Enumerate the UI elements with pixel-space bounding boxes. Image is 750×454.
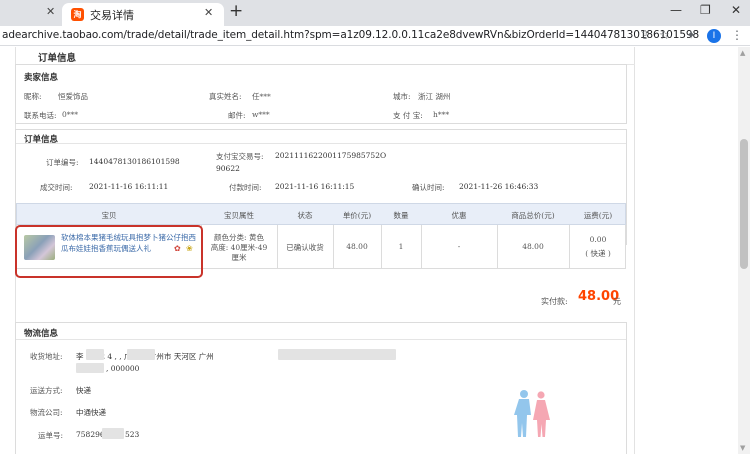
divider — [16, 339, 626, 340]
browser-tab-previous[interactable]: ✕ — [0, 0, 60, 26]
paid-unit: 元 — [613, 297, 621, 306]
seller-heading: 卖家信息 — [24, 73, 59, 83]
th-unit-price: 单价(元) — [342, 211, 372, 220]
logistics-heading: 物流信息 — [24, 329, 59, 339]
close-icon[interactable]: ✕ — [46, 5, 55, 18]
close-window-icon[interactable]: ✕ — [731, 3, 741, 17]
address-postcode: , 000000 — [106, 364, 140, 373]
paid-label: 实付款: — [541, 297, 568, 306]
menu-icon[interactable]: ⋮ — [731, 28, 743, 42]
scroll-down-icon[interactable]: ▼ — [740, 444, 745, 452]
couple-watermark-icon — [514, 390, 550, 437]
scrollbar-thumb[interactable] — [740, 139, 748, 269]
quantity: 1 — [398, 242, 404, 251]
close-icon[interactable]: ✕ — [204, 6, 213, 19]
seller-phone-value: 0*** — [62, 110, 79, 119]
taobao-favicon-icon: 淘 — [71, 8, 84, 21]
maximize-icon[interactable]: ❐ — [700, 3, 711, 17]
seller-phone-label: 联系电话: — [24, 111, 57, 120]
created-time-value: 2021-11-16 16:11:11 — [89, 182, 169, 191]
seller-alipay-label: 支 付 宝: — [393, 111, 423, 120]
th-shipping: 运费(元) — [583, 211, 613, 220]
divider — [16, 143, 626, 144]
privacy-mask — [102, 428, 124, 439]
seller-nickname-value: 恒爱饰品 — [58, 92, 88, 101]
created-time-label: 成交时间: — [40, 183, 73, 192]
seller-realname-value: 任*** — [252, 92, 271, 101]
browser-tab-bar: ✕ 淘 交易详情 ✕ + — ❐ ✕ — [0, 0, 750, 26]
seller-realname-label: 真实姓名: — [209, 92, 242, 101]
seller-email-value: w*** — [252, 110, 270, 119]
unit-price: 48.00 — [346, 242, 368, 251]
th-status: 状态 — [297, 211, 313, 220]
shipping-method-label: 运送方式: — [30, 386, 63, 395]
th-attributes: 宝贝属性 — [224, 211, 254, 220]
highlight-box — [15, 225, 203, 278]
discount: - — [457, 242, 461, 251]
privacy-mask — [86, 349, 104, 360]
total-price: 48.00 — [522, 242, 544, 251]
seller-email-label: 邮件: — [228, 111, 246, 120]
page-title: 订单信息 — [38, 53, 77, 64]
th-total: 商品总价(元) — [511, 211, 555, 220]
star-icon[interactable]: ☆ — [659, 28, 670, 42]
th-item: 宝贝 — [101, 211, 117, 220]
privacy-mask — [127, 349, 155, 360]
shipping-method-value: 快递 — [76, 386, 91, 395]
alipay-trade-value-cont: 90622 — [216, 164, 240, 173]
paid-time-label: 付款时间: — [229, 183, 262, 192]
tracking-value[interactable]: 758296 — [76, 430, 105, 439]
page-viewport: 订单信息 卖家信息 昵称: 恒爱饰品 真实姓名: 任*** 城市: 浙江 湖州 … — [0, 47, 738, 454]
order-number-value: 1440478130186101598 — [89, 157, 180, 166]
confirm-time-label: 确认时间: — [412, 183, 445, 192]
privacy-mask — [278, 349, 396, 360]
order-number-label: 订单编号: — [46, 158, 79, 167]
seller-city-value: 浙江 湖州 — [418, 92, 451, 101]
shipping-fee: 0.00 — [589, 235, 607, 244]
profile-avatar[interactable]: I — [707, 29, 721, 43]
vertical-scrollbar[interactable]: ▲ ▼ — [738, 47, 750, 454]
tracking-label: 运单号: — [38, 431, 64, 440]
courier-value: 中通快递 — [76, 408, 106, 417]
tab-title: 交易详情 — [90, 9, 134, 22]
url-text[interactable]: adearchive.taobao.com/trade/detail/trade… — [2, 29, 699, 41]
courier-label: 物流公司: — [30, 408, 63, 417]
confirm-time-value: 2021-11-26 16:46:33 — [459, 182, 539, 191]
paid-time-value: 2021-11-16 16:11:15 — [275, 182, 355, 191]
status-text: 已确认收货 — [286, 243, 324, 252]
table-header: 宝贝 宝贝属性 状态 单价(元) 数量 优惠 商品总价(元) 运费(元) — [16, 203, 626, 225]
address-label: 收货地址: — [30, 352, 63, 361]
shipping-method-note: ( 快递 ) — [585, 249, 611, 258]
tracking-value-end[interactable]: 523 — [125, 430, 139, 439]
seller-panel — [15, 64, 627, 124]
seller-nickname-label: 昵称: — [24, 92, 42, 101]
minimize-icon[interactable]: — — [670, 3, 682, 17]
plus-icon[interactable]: + — [229, 1, 243, 21]
th-discount: 优惠 — [451, 211, 467, 220]
alipay-trade-value: 2021111622001175985752O — [275, 151, 387, 160]
scroll-up-icon[interactable]: ▲ — [740, 49, 745, 57]
alipay-trade-label: 支付宝交易号: — [216, 152, 264, 161]
th-quantity: 数量 — [393, 211, 409, 220]
extensions-icon[interactable]: ✦ — [686, 28, 696, 42]
browser-tab-active[interactable]: 淘 交易详情 ✕ — [62, 3, 224, 26]
address-bar[interactable]: adearchive.taobao.com/trade/detail/trade… — [0, 26, 750, 46]
share-icon[interactable]: ⇪ — [640, 28, 650, 42]
seller-city-label: 城市: — [393, 92, 411, 101]
seller-alipay-value: h*** — [433, 110, 450, 119]
attr-height-unit: 厘米 — [231, 253, 247, 262]
privacy-mask — [76, 363, 104, 373]
